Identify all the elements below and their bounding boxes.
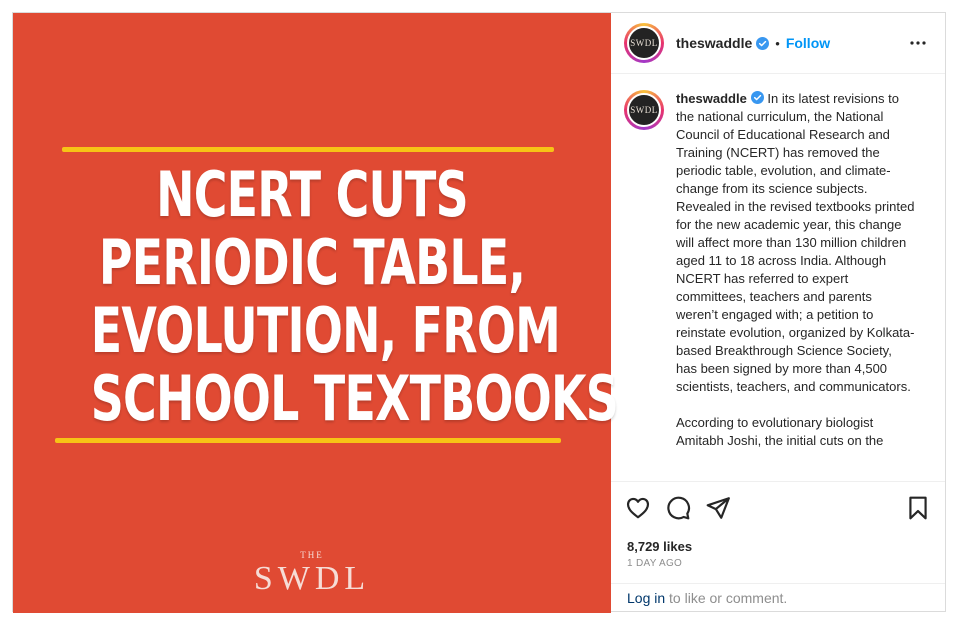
comment-icon[interactable] <box>665 495 691 521</box>
avatar[interactable]: SWDL <box>624 23 664 63</box>
post-side-panel: SWDL theswaddle • Follow SWDL theswaddle… <box>611 13 945 613</box>
more-horizontal-icon[interactable] <box>909 34 927 52</box>
headline-line: SCHOOL TEXTBOOKS <box>90 362 619 435</box>
brand-logo: THE SWDL <box>13 550 611 598</box>
brand-logo-large: SWDL <box>253 560 371 597</box>
headline-line: EVOLUTION, FROM <box>90 294 561 367</box>
brand-logo-small: THE <box>300 550 324 560</box>
headline: NCERT CUTS PERIODIC TABLE, EVOLUTION, FR… <box>13 158 619 435</box>
login-link[interactable]: Log in <box>627 590 665 606</box>
caption-avatar[interactable]: SWDL <box>624 90 664 130</box>
username-link[interactable]: theswaddle <box>676 35 752 51</box>
comment-prompt: Log in to like or comment. <box>611 583 945 613</box>
caption-paragraph: According to evolutionary biologist Amit… <box>676 415 884 448</box>
post-image[interactable]: NCERT CUTS PERIODIC TABLE, EVOLUTION, FR… <box>13 13 619 613</box>
caption-row: SWDL theswaddle In its latest revisions … <box>624 90 945 450</box>
headline-line: NCERT CUTS <box>156 158 469 231</box>
caption-avatar-image: SWDL <box>627 93 661 127</box>
follow-button[interactable]: Follow <box>786 35 830 51</box>
verified-badge-icon <box>756 36 770 50</box>
caption-username[interactable]: theswaddle <box>676 91 747 106</box>
caption-area[interactable]: SWDL theswaddle In its latest revisions … <box>611 75 945 481</box>
heart-icon[interactable] <box>625 495 651 521</box>
likes-count[interactable]: 8,729 likes <box>627 539 692 554</box>
share-icon[interactable] <box>705 495 731 521</box>
headline-line: PERIODIC TABLE, <box>98 226 526 299</box>
action-bar <box>611 481 945 535</box>
headline-bottom-rule <box>55 438 561 443</box>
bookmark-icon[interactable] <box>905 495 931 521</box>
post-frame: NCERT CUTS PERIODIC TABLE, EVOLUTION, FR… <box>12 12 946 613</box>
headline-top-rule <box>62 147 554 152</box>
post-timestamp[interactable]: 1 DAY AGO <box>627 558 682 569</box>
avatar-image: SWDL <box>627 26 661 60</box>
post-header: SWDL theswaddle • Follow <box>611 13 945 74</box>
caption-paragraph: In its latest revisions to the national … <box>676 91 915 394</box>
separator-dot: • <box>775 35 780 51</box>
verified-badge-icon <box>750 91 764 104</box>
comment-prompt-text: to like or comment. <box>665 590 788 606</box>
caption-text: theswaddle In its latest revisions to th… <box>676 90 916 450</box>
